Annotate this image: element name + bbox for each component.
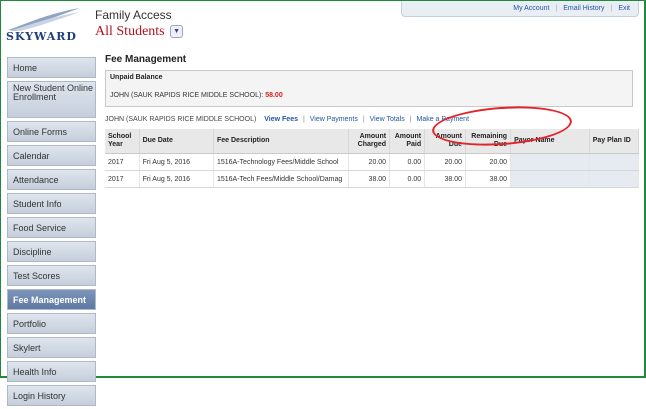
cell-due-date: Fri Aug 5, 2016 xyxy=(139,170,214,188)
cell-amount-charged: 38.00 xyxy=(348,170,391,188)
sidebar-item-login-history[interactable]: Login History xyxy=(7,385,96,406)
col-amount-charged[interactable]: Amount Charged xyxy=(348,129,391,154)
page-title: Fee Management xyxy=(105,54,187,65)
unpaid-student-name: JOHN (SAUK RAPIDS RICE MIDDLE SCHOOL): xyxy=(110,92,264,99)
col-pay-plan-id[interactable]: Pay Plan ID xyxy=(589,129,640,154)
fees-table: School Year Due Date Fee Description Amo… xyxy=(105,129,640,188)
sidebar-item-health-info[interactable]: Health Info xyxy=(7,361,96,382)
chevron-down-icon[interactable]: ▼ xyxy=(170,25,184,39)
sidebar-item-food-service[interactable]: Food Service xyxy=(7,217,96,238)
cell-pay-plan-id xyxy=(589,170,640,188)
sidebar: Home New Student Online Enrollment Onlin… xyxy=(7,57,96,409)
cell-pay-plan-id xyxy=(589,153,640,171)
table-row[interactable]: 2017 Fri Aug 5, 2016 1516A-Technology Fe… xyxy=(105,153,640,171)
cell-due-date: Fri Aug 5, 2016 xyxy=(139,153,214,171)
col-amount-due[interactable]: Amount Due xyxy=(424,129,467,154)
table-row[interactable]: 2017 Fri Aug 5, 2016 1516A-Tech Fees/Mid… xyxy=(105,170,640,188)
cell-amount-due: 38.00 xyxy=(424,170,467,188)
sidebar-item-student-info[interactable]: Student Info xyxy=(7,193,96,214)
cell-amount-due: 20.00 xyxy=(424,153,467,171)
unpaid-amount: 58.00 xyxy=(265,92,283,99)
table-header-row: School Year Due Date Fee Description Amo… xyxy=(105,129,640,154)
nav-divider: | xyxy=(555,5,558,12)
cell-fee-description: 1516A-Tech Fees/Middle School/Damag xyxy=(213,170,350,188)
tab-view-totals[interactable]: View Totals xyxy=(370,116,405,123)
cell-remaining-due: 38.00 xyxy=(465,170,512,188)
sidebar-item-calendar[interactable]: Calendar xyxy=(7,145,96,166)
tab-view-fees[interactable]: View Fees xyxy=(264,116,298,123)
cell-school-year: 2017 xyxy=(105,153,140,171)
tab-make-payment[interactable]: Make a Payment xyxy=(416,116,469,123)
my-account-link[interactable]: My Account xyxy=(513,5,549,12)
col-due-date[interactable]: Due Date xyxy=(139,129,214,154)
sidebar-item-new-student-enrollment[interactable]: New Student Online Enrollment xyxy=(7,81,96,118)
student-selector[interactable]: All Students ▼ xyxy=(95,24,184,40)
cell-school-year: 2017 xyxy=(105,170,140,188)
sidebar-item-portfolio[interactable]: Portfolio xyxy=(7,313,96,334)
logo-swoosh-icon xyxy=(8,8,80,31)
student-selector-label: All Students xyxy=(95,24,165,39)
cell-fee-description: 1516A-Technology Fees/Middle School xyxy=(213,153,350,171)
cell-amount-charged: 20.00 xyxy=(348,153,391,171)
unpaid-balance-line: JOHN (SAUK RAPIDS RICE MIDDLE SCHOOL): 5… xyxy=(110,92,283,99)
cell-remaining-due: 20.00 xyxy=(465,153,512,171)
sidebar-item-online-forms[interactable]: Online Forms xyxy=(7,121,96,142)
cell-payor-name xyxy=(510,170,590,188)
cell-amount-paid: 0.00 xyxy=(389,153,426,171)
unpaid-balance-title: Unpaid Balance xyxy=(110,74,163,81)
sidebar-item-discipline[interactable]: Discipline xyxy=(7,241,96,262)
fee-tabs-student: JOHN (SAUK RAPIDS RICE MIDDLE SCHOOL) xyxy=(105,116,257,123)
col-amount-paid[interactable]: Amount Paid xyxy=(389,129,426,154)
sidebar-item-skylert[interactable]: Skylert xyxy=(7,337,96,358)
sidebar-item-test-scores[interactable]: Test Scores xyxy=(7,265,96,286)
email-history-link[interactable]: Email History xyxy=(563,5,604,12)
nav-divider: | xyxy=(610,5,613,12)
top-nav: My Account | Email History | Exit xyxy=(401,1,639,17)
sidebar-item-fee-management[interactable]: Fee Management xyxy=(7,289,96,310)
tab-divider: | xyxy=(409,116,412,123)
exit-link[interactable]: Exit xyxy=(618,5,630,12)
main-content: Fee Management Unpaid Balance JOHN (SAUK… xyxy=(101,51,640,188)
tab-view-payments[interactable]: View Payments xyxy=(310,116,358,123)
sidebar-item-attendance[interactable]: Attendance xyxy=(7,169,96,190)
cell-payor-name xyxy=(510,153,590,171)
col-payor-name[interactable]: Payor Name xyxy=(510,129,590,154)
fee-tabs: JOHN (SAUK RAPIDS RICE MIDDLE SCHOOL) Vi… xyxy=(105,116,633,128)
col-school-year[interactable]: School Year xyxy=(105,129,140,154)
logo-text: SKYWARD xyxy=(6,30,77,43)
sidebar-item-home[interactable]: Home xyxy=(7,57,96,78)
cell-amount-paid: 0.00 xyxy=(389,170,426,188)
col-fee-description[interactable]: Fee Description xyxy=(213,129,350,154)
col-remaining-due[interactable]: Remaining Due xyxy=(465,129,512,154)
tab-divider: | xyxy=(362,116,365,123)
unpaid-balance-panel: Unpaid Balance JOHN (SAUK RAPIDS RICE MI… xyxy=(105,70,633,107)
app-title: Family Access xyxy=(95,8,172,22)
tab-divider: | xyxy=(302,116,305,123)
skyward-logo: SKYWARD xyxy=(6,6,82,46)
